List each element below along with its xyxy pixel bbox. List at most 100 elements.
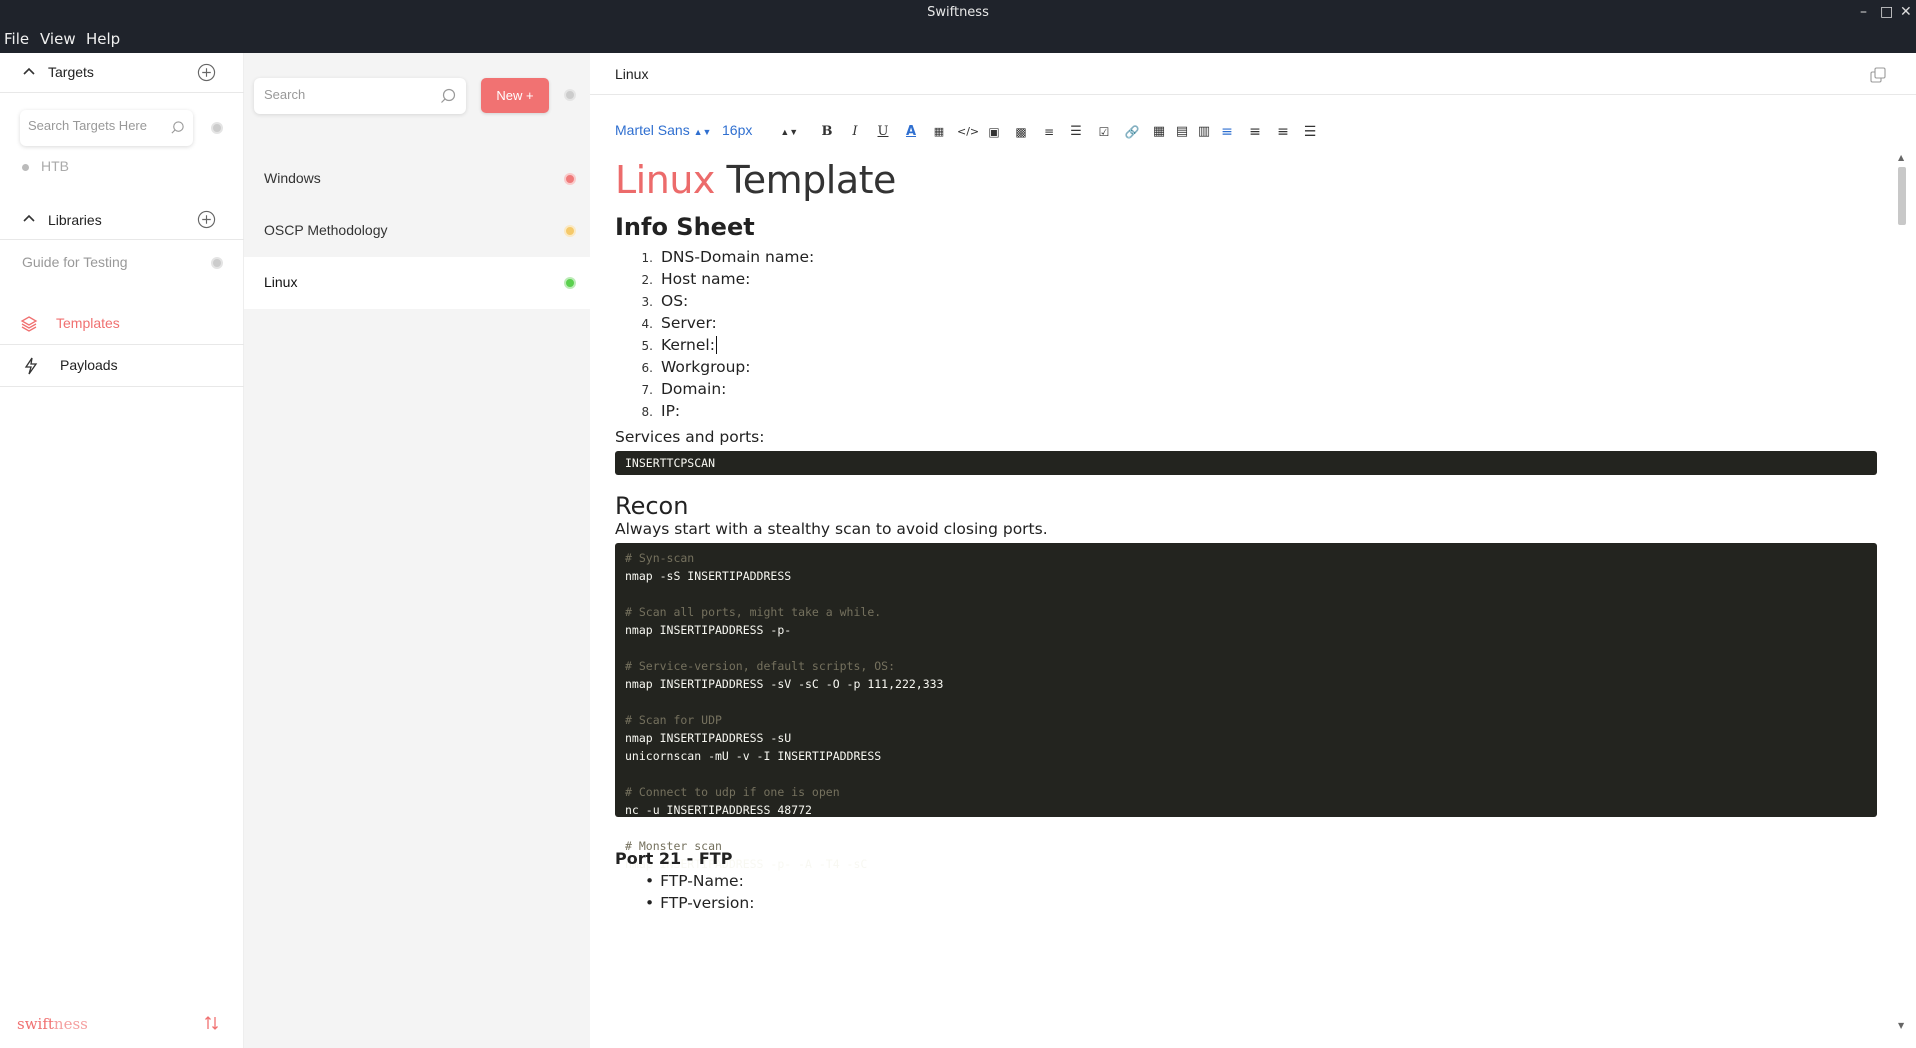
- bolt-icon: [24, 357, 38, 375]
- libraries-header[interactable]: Libraries: [0, 198, 244, 240]
- close-icon[interactable]: ✕: [1900, 4, 1912, 20]
- status-dot: [564, 173, 576, 185]
- code-line: nmap -sS INSERTIPADDRESS: [625, 569, 792, 583]
- new-template-button[interactable]: New +: [481, 78, 549, 113]
- template-item-linux[interactable]: Linux: [244, 257, 590, 309]
- code-line: # Scan for UDP: [625, 713, 722, 727]
- template-name: Windows: [264, 170, 321, 186]
- nav-payloads-label: Payloads: [60, 357, 118, 373]
- font-size-select[interactable]: 16px ▲▼: [722, 122, 798, 138]
- editor-template-name[interactable]: Linux: [615, 66, 648, 82]
- copy-icon[interactable]: [1870, 67, 1887, 84]
- list-item: 5. Kernel:: [641, 336, 717, 354]
- title-bar: Swiftness – □ ✕: [0, 0, 1916, 27]
- target-search-input[interactable]: [28, 118, 163, 133]
- libraries-label: Libraries: [48, 212, 102, 228]
- align-left-icon[interactable]: ≡: [1218, 123, 1236, 141]
- table-icon[interactable]: ▦: [1150, 123, 1168, 141]
- chevron-up-icon[interactable]: [22, 65, 36, 79]
- chevron-up-icon[interactable]: [22, 212, 36, 226]
- template-name: OSCP Methodology: [264, 222, 388, 238]
- maximize-icon[interactable]: □: [1880, 4, 1893, 20]
- menu-view[interactable]: View: [40, 30, 76, 48]
- table-row-icon[interactable]: ▤: [1173, 123, 1191, 141]
- nav-templates[interactable]: Templates: [0, 303, 244, 345]
- template-search-input[interactable]: [264, 87, 424, 102]
- italic-icon[interactable]: I: [846, 123, 864, 141]
- editor-pane: Linux Martel Sans ▲▼ 16px ▲▼ B I U A ▦ </…: [590, 53, 1916, 1048]
- layers-icon: [20, 316, 38, 332]
- document-title: Linux Template: [615, 158, 896, 202]
- underline-icon[interactable]: U: [874, 123, 892, 141]
- code-line: nmap INSERTIPADDRESS -sV -sC -O -p 111,2…: [625, 677, 944, 691]
- checklist-icon[interactable]: ☑: [1095, 123, 1113, 141]
- menu-bar: File View Help: [0, 27, 1916, 53]
- minimize-icon[interactable]: –: [1860, 4, 1867, 20]
- template-item-windows[interactable]: Windows: [244, 153, 590, 205]
- link-icon[interactable]: 🔗: [1123, 123, 1141, 141]
- target-item-htb[interactable]: HTB: [22, 158, 69, 174]
- list-item: 6. Workgroup:: [641, 358, 751, 376]
- window-title: Swiftness: [927, 5, 989, 20]
- status-dot: [564, 225, 576, 237]
- library-item-guide[interactable]: Guide for Testing: [22, 254, 128, 270]
- align-justify-icon[interactable]: ☰: [1301, 123, 1319, 141]
- text-caret: [715, 336, 717, 354]
- brand-logo: swiftness: [17, 1015, 88, 1033]
- info-list: 1. DNS-Domain name: 2. Host name: 3. OS: 4.…: [635, 246, 815, 422]
- add-target-icon[interactable]: [197, 63, 216, 82]
- sync-icon[interactable]: [204, 1014, 220, 1032]
- target-search-box[interactable]: [20, 110, 193, 146]
- status-dot: [564, 277, 576, 289]
- recon-code-block[interactable]: # Syn-scan nmap -sS INSERTIPADDRESS # Sca…: [615, 543, 1877, 871]
- code-icon[interactable]: </>: [957, 123, 979, 141]
- bullet-list-icon[interactable]: ☰: [1067, 123, 1085, 141]
- format-toolbar: Martel Sans ▲▼ 16px ▲▼ B I U A ▦ </> ▣ ▩ …: [615, 121, 1615, 145]
- align-center-icon[interactable]: ≡: [1246, 123, 1264, 141]
- targets-header[interactable]: Targets: [0, 53, 244, 93]
- menu-file[interactable]: File: [4, 30, 29, 48]
- list-item: 4. Server:: [641, 314, 717, 332]
- code-line: unicornscan -mU -v -I INSERTIPADDRESS: [625, 749, 882, 763]
- template-name: Linux: [264, 274, 298, 290]
- targets-filter-dot[interactable]: [211, 122, 223, 134]
- align-right-icon[interactable]: ≡: [1274, 123, 1292, 141]
- highlight-icon[interactable]: ▦: [930, 123, 948, 141]
- image-icon[interactable]: ▣: [985, 123, 1003, 141]
- document-body[interactable]: Linux Template Info Sheet 1. DNS-Domain n…: [615, 158, 1877, 1033]
- list-item: FTP-Name:: [645, 870, 754, 892]
- search-icon[interactable]: [170, 120, 185, 135]
- text-color-icon[interactable]: A: [902, 123, 920, 141]
- menu-help[interactable]: Help: [86, 30, 120, 48]
- editor-scrollbar[interactable]: ▲ ▼: [1896, 153, 1908, 1033]
- video-icon[interactable]: ▩: [1012, 123, 1030, 141]
- list-filter-dot[interactable]: [564, 89, 576, 101]
- scrollbar-thumb[interactable]: [1898, 167, 1906, 225]
- list-item: 7. Domain:: [641, 380, 727, 398]
- template-item-oscp[interactable]: OSCP Methodology: [244, 205, 590, 257]
- code-line: # Scan all ports, might take a while.: [625, 605, 882, 619]
- services-code-block[interactable]: INSERTTCPSCAN: [615, 451, 1877, 475]
- list-item: 1. DNS-Domain name:: [641, 248, 815, 266]
- add-library-icon[interactable]: [197, 210, 216, 229]
- template-search-box[interactable]: [254, 78, 466, 114]
- font-family-select[interactable]: Martel Sans ▲▼: [615, 122, 711, 138]
- ordered-list-icon[interactable]: ≡: [1040, 123, 1058, 141]
- sidebar: Targets HTB Libraries Guide for Testing …: [0, 53, 244, 1048]
- list-item: 3. OS:: [641, 292, 689, 310]
- code-line: nmap INSERTIPADDRESS -sU: [625, 731, 792, 745]
- nav-payloads[interactable]: Payloads: [0, 345, 244, 387]
- list-item: FTP-version:: [645, 892, 754, 914]
- bold-icon[interactable]: B: [818, 123, 836, 141]
- search-icon[interactable]: [440, 88, 456, 104]
- table-column-icon[interactable]: ▥: [1195, 123, 1213, 141]
- code-line: # Syn-scan: [625, 551, 695, 565]
- library-status-dot[interactable]: [211, 257, 223, 269]
- ftp-list: FTP-Name: FTP-version:: [645, 870, 754, 914]
- scroll-up-arrow-icon[interactable]: ▲: [1898, 153, 1904, 162]
- scroll-down-arrow-icon[interactable]: ▼: [1898, 1021, 1904, 1030]
- recon-text: Always start with a stealthy scan to avo…: [615, 520, 1048, 538]
